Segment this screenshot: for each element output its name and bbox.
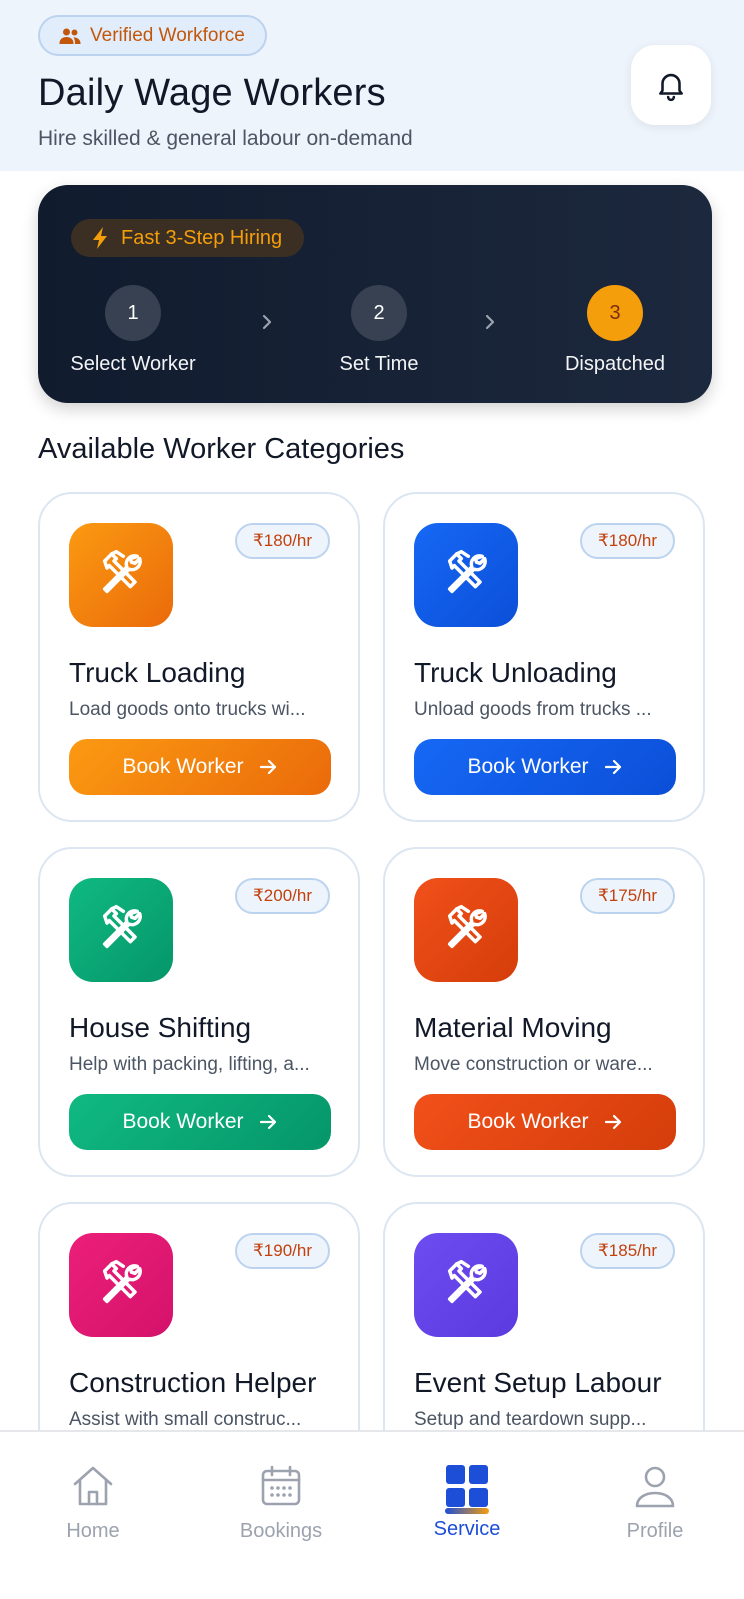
lightning-icon <box>93 227 107 249</box>
book-worker-label: Book Worker <box>122 1110 244 1133</box>
step-number: 3 <box>587 285 643 341</box>
price-badge: ₹185/hr <box>579 1233 675 1269</box>
category-name: Truck Loading <box>69 657 246 688</box>
step-label: Select Worker <box>70 353 196 375</box>
active-indicator <box>445 1508 489 1514</box>
page-subtitle: Hire skilled & general labour on-demand <box>38 127 413 150</box>
category-card-material-moving[interactable]: ₹175/hr Material Moving Move constructio… <box>383 847 705 1177</box>
chevron-right-icon <box>262 314 272 330</box>
price-badge: ₹175/hr <box>579 878 675 914</box>
book-worker-button[interactable]: Book Worker <box>69 739 331 795</box>
nav-item-profile[interactable]: Profile <box>580 1462 730 1543</box>
nav-label: Profile <box>626 1520 684 1542</box>
price-badge: ₹190/hr <box>234 1233 330 1269</box>
users-icon <box>59 28 81 44</box>
category-icon-tile <box>69 878 173 982</box>
header: Verified Workforce Daily Wage Workers Hi… <box>0 0 744 171</box>
category-card-truck-loading[interactable]: ₹180/hr Truck Loading Load goods onto tr… <box>38 492 360 822</box>
hiring-steps-card: Fast 3-Step Hiring 1 Select Worker 2 Set… <box>38 185 712 403</box>
category-name: Material Moving <box>414 1012 612 1043</box>
step-dispatched: 3 Dispatched <box>535 285 695 376</box>
fast-hiring-label: Fast 3-Step Hiring <box>121 226 283 249</box>
price-badge: ₹180/hr <box>234 523 330 559</box>
arrow-right-icon <box>604 1114 621 1130</box>
category-name: Construction Helper <box>69 1367 317 1398</box>
tools-icon <box>447 904 487 949</box>
page-title: Daily Wage Workers <box>38 72 386 114</box>
step-set-time: 2 Set Time <box>299 285 459 376</box>
chevron-right-icon <box>485 314 495 330</box>
price-badge: ₹180/hr <box>579 523 675 559</box>
book-worker-button[interactable]: Book Worker <box>69 1094 331 1150</box>
arrow-right-icon <box>604 759 621 775</box>
category-icon-tile <box>414 878 518 982</box>
tools-icon <box>447 549 487 594</box>
nav-item-service[interactable]: Service <box>392 1462 542 1541</box>
book-worker-label: Book Worker <box>467 755 589 778</box>
arrow-right-icon <box>259 1114 276 1130</box>
section-title: Available Worker Categories <box>38 433 405 465</box>
category-name: Event Setup Labour <box>414 1367 662 1398</box>
category-icon-tile <box>69 523 173 627</box>
nav-label: Service <box>433 1518 501 1540</box>
category-description: Unload goods from trucks ... <box>414 699 652 720</box>
category-description: Load goods onto trucks wi... <box>69 699 306 720</box>
home-icon <box>73 1466 113 1506</box>
bell-icon <box>659 73 683 102</box>
category-name: Truck Unloading <box>414 657 617 688</box>
book-worker-label: Book Worker <box>467 1110 589 1133</box>
nav-item-home[interactable]: Home <box>18 1462 168 1543</box>
fast-hiring-pill: Fast 3-Step Hiring <box>71 219 305 257</box>
category-description: Move construction or ware... <box>414 1054 653 1075</box>
notifications-button[interactable] <box>631 45 711 125</box>
price-badge: ₹200/hr <box>234 878 330 914</box>
nav-label: Home <box>66 1520 120 1542</box>
book-worker-button[interactable]: Book Worker <box>414 739 676 795</box>
step-number: 1 <box>105 285 161 341</box>
category-description: Assist with small construc... <box>69 1409 302 1430</box>
category-description: Setup and teardown supp... <box>414 1409 647 1430</box>
calendar-icon <box>261 1465 301 1506</box>
verified-badge-label: Verified Workforce <box>90 24 245 46</box>
tools-icon <box>102 1259 142 1304</box>
category-name: House Shifting <box>69 1012 252 1043</box>
step-number: 2 <box>351 285 407 341</box>
book-worker-button[interactable]: Book Worker <box>414 1094 676 1150</box>
arrow-right-icon <box>259 759 276 775</box>
step-label: Dispatched <box>564 353 666 375</box>
nav-item-bookings[interactable]: Bookings <box>206 1462 356 1543</box>
tools-icon <box>102 904 142 949</box>
tools-icon <box>447 1259 487 1304</box>
category-icon-tile <box>414 1233 518 1337</box>
step-label: Set Time <box>339 353 419 375</box>
bottom-navigation: Home Bookings Service Profile <box>0 1430 744 1599</box>
tools-icon <box>102 549 142 594</box>
verified-badge: Verified Workforce <box>38 15 267 56</box>
category-card-house-shifting[interactable]: ₹200/hr House Shifting Help with packing… <box>38 847 360 1177</box>
category-card-truck-unloading[interactable]: ₹180/hr Truck Unloading Unload goods fro… <box>383 492 705 822</box>
book-worker-label: Book Worker <box>122 755 244 778</box>
nav-label: Bookings <box>239 1520 323 1542</box>
user-icon <box>635 1466 675 1508</box>
category-description: Help with packing, lifting, a... <box>69 1054 310 1075</box>
step-select-worker: 1 Select Worker <box>53 285 213 376</box>
grid-icon <box>446 1465 488 1507</box>
category-icon-tile <box>414 523 518 627</box>
category-icon-tile <box>69 1233 173 1337</box>
